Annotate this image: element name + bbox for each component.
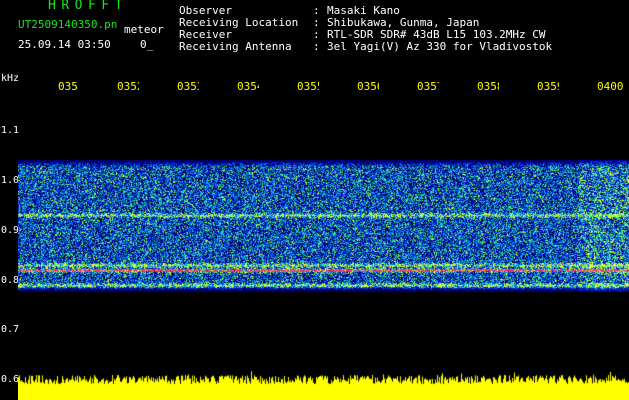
antenna-label: Receiving Antenna <box>179 40 292 53</box>
freq-unit-label: kHz <box>1 73 20 84</box>
amplitude-trace <box>18 370 629 400</box>
time-tick-2: 0352 <box>117 81 139 93</box>
time-tick-4: 0354 <box>237 81 259 93</box>
app-name: HROFFT <box>48 0 128 13</box>
time-tick-3: 0353 <box>177 81 199 93</box>
freq-tick-0-7: 0.7 <box>1 324 20 335</box>
meteor-counter: 0_ <box>140 38 154 51</box>
hrofft-screen: HROFFT UT2509140350.pn meteor 25.09.14 0… <box>0 0 629 400</box>
time-tick-8: 0358 <box>477 81 499 93</box>
capture-datetime: 25.09.14 03:50 <box>18 38 111 51</box>
time-tick-1: 035 <box>58 81 78 93</box>
time-tick-9: 0359 <box>537 81 559 93</box>
freq-tick-0-6: 0.6 <box>1 374 20 385</box>
meteor-tag: meteor <box>124 23 164 36</box>
freq-tick-1-1: 1.1 <box>1 125 20 136</box>
freq-tick-1-0: 1.0 <box>1 175 20 186</box>
time-tick-5: 0355 <box>297 81 319 93</box>
freq-tick-0-9: 0.9 <box>1 225 20 236</box>
antenna-value: 3el Yagi(V) Az 330 for Vladivostok <box>327 40 553 53</box>
file-name: UT2509140350.pn <box>18 18 118 31</box>
time-tick-6: 0356 <box>357 81 379 93</box>
freq-tick-0-8: 0.8 <box>1 275 20 286</box>
time-tick-10: 0400 <box>597 81 624 93</box>
time-tick-7: 0357 <box>417 81 439 93</box>
antenna-colon: : <box>313 40 320 53</box>
spectrogram-waterfall <box>18 160 629 298</box>
